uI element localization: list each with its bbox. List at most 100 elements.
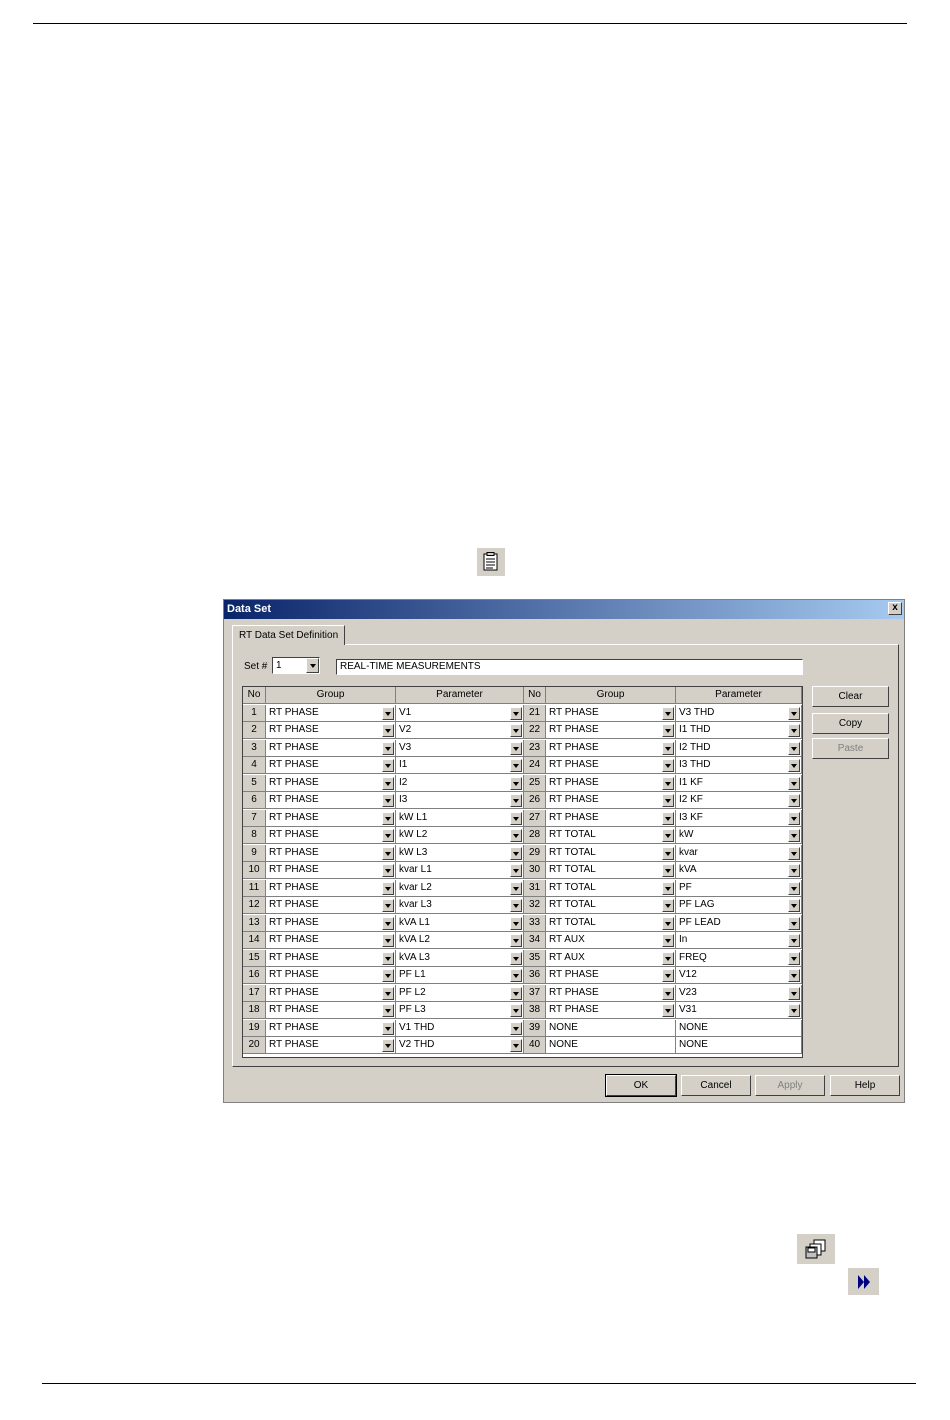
group-select[interactable]: RT TOTAL — [546, 844, 676, 862]
parameter-select[interactable]: V31 — [676, 1002, 802, 1019]
chevron-down-icon[interactable] — [662, 776, 674, 790]
fast-forward-icon[interactable] — [848, 1268, 879, 1295]
chevron-down-icon[interactable] — [510, 829, 522, 842]
chevron-down-icon[interactable] — [510, 811, 522, 825]
group-select[interactable]: RT AUX — [546, 932, 676, 949]
parameter-select[interactable]: NONE — [676, 1037, 802, 1054]
chevron-down-icon[interactable] — [510, 1004, 522, 1017]
chevron-down-icon[interactable] — [662, 759, 674, 772]
parameter-select[interactable]: I1 — [396, 757, 524, 774]
chevron-down-icon[interactable] — [510, 846, 522, 860]
chevron-down-icon[interactable] — [382, 986, 394, 1000]
parameter-select[interactable]: V12 — [676, 967, 802, 984]
chevron-down-icon[interactable] — [382, 1039, 394, 1052]
group-select[interactable]: RT PHASE — [546, 722, 676, 739]
group-select[interactable]: RT PHASE — [266, 862, 396, 879]
chevron-down-icon[interactable] — [662, 829, 674, 842]
group-select[interactable]: RT PHASE — [266, 1002, 396, 1019]
chevron-down-icon[interactable] — [510, 741, 522, 755]
chevron-down-icon[interactable] — [788, 1004, 800, 1017]
chevron-down-icon[interactable] — [510, 724, 522, 737]
parameter-select[interactable]: kvar L2 — [396, 879, 524, 897]
parameter-select[interactable]: kvar L1 — [396, 862, 524, 879]
chevron-down-icon[interactable] — [788, 846, 800, 860]
parameter-select[interactable]: kVA L1 — [396, 914, 524, 932]
chevron-down-icon[interactable] — [788, 829, 800, 842]
disk-stack-icon[interactable] — [797, 1234, 835, 1264]
group-select[interactable]: RT PHASE — [266, 1037, 396, 1054]
chevron-down-icon[interactable] — [382, 1004, 394, 1017]
group-select[interactable]: RT TOTAL — [546, 914, 676, 932]
chevron-down-icon[interactable] — [662, 1004, 674, 1017]
chevron-down-icon[interactable] — [662, 986, 674, 1000]
copy-button[interactable]: Copy — [812, 713, 889, 734]
chevron-down-icon[interactable] — [510, 881, 522, 895]
ok-button[interactable]: OK — [605, 1074, 677, 1097]
chevron-down-icon[interactable] — [382, 864, 394, 877]
group-select[interactable]: RT PHASE — [266, 1019, 396, 1037]
chevron-down-icon[interactable] — [662, 881, 674, 895]
chevron-down-icon[interactable] — [662, 951, 674, 965]
chevron-down-icon[interactable] — [662, 811, 674, 825]
chevron-down-icon[interactable] — [788, 951, 800, 965]
chevron-down-icon[interactable] — [510, 794, 522, 807]
group-select[interactable]: RT TOTAL — [546, 879, 676, 897]
chevron-down-icon[interactable] — [510, 706, 522, 720]
chevron-down-icon[interactable] — [510, 951, 522, 965]
chevron-down-icon[interactable] — [788, 899, 800, 912]
chevron-down-icon[interactable] — [382, 846, 394, 860]
chevron-down-icon[interactable] — [382, 934, 394, 947]
chevron-down-icon[interactable] — [510, 759, 522, 772]
chevron-down-icon[interactable] — [382, 759, 394, 772]
close-icon[interactable]: x — [888, 602, 902, 615]
parameter-select[interactable]: kVA L3 — [396, 949, 524, 967]
parameter-select[interactable]: kvar L3 — [396, 897, 524, 914]
chevron-down-icon[interactable] — [510, 776, 522, 790]
parameter-select[interactable]: I2 — [396, 774, 524, 792]
chevron-down-icon[interactable] — [788, 811, 800, 825]
set-number-select[interactable]: 1 — [272, 657, 320, 674]
parameter-select[interactable]: V3 — [396, 739, 524, 757]
chevron-down-icon[interactable] — [662, 969, 674, 982]
parameter-select[interactable]: I3 THD — [676, 757, 802, 774]
document-list-icon[interactable] — [477, 548, 505, 576]
parameter-select[interactable]: PF L1 — [396, 967, 524, 984]
chevron-down-icon[interactable] — [510, 916, 522, 930]
chevron-down-icon[interactable] — [382, 776, 394, 790]
group-select[interactable]: RT TOTAL — [546, 897, 676, 914]
group-select[interactable]: RT PHASE — [266, 844, 396, 862]
chevron-down-icon[interactable] — [382, 794, 394, 807]
group-select[interactable]: RT PHASE — [546, 967, 676, 984]
chevron-down-icon[interactable] — [788, 864, 800, 877]
group-select[interactable]: RT PHASE — [266, 757, 396, 774]
parameter-select[interactable]: kvar — [676, 844, 802, 862]
parameter-select[interactable]: kW L3 — [396, 844, 524, 862]
apply-button[interactable]: Apply — [755, 1075, 825, 1096]
group-select[interactable]: RT PHASE — [546, 774, 676, 792]
clear-button[interactable]: Clear — [812, 686, 889, 707]
chevron-down-icon[interactable] — [662, 724, 674, 737]
chevron-down-icon[interactable] — [662, 741, 674, 755]
chevron-down-icon[interactable] — [510, 934, 522, 947]
chevron-down-icon[interactable] — [382, 811, 394, 825]
group-select[interactable]: RT TOTAL — [546, 862, 676, 879]
group-select[interactable]: RT PHASE — [546, 704, 676, 722]
parameter-select[interactable]: kW L1 — [396, 809, 524, 827]
parameter-select[interactable]: FREQ — [676, 949, 802, 967]
chevron-down-icon[interactable] — [662, 846, 674, 860]
parameter-select[interactable]: I3 — [396, 792, 524, 809]
chevron-down-icon[interactable] — [382, 899, 394, 912]
chevron-down-icon[interactable] — [788, 969, 800, 982]
parameter-select[interactable]: V2 THD — [396, 1037, 524, 1054]
chevron-down-icon[interactable] — [382, 881, 394, 895]
set-name-input[interactable]: REAL-TIME MEASUREMENTS — [336, 659, 803, 675]
group-select[interactable]: RT PHASE — [546, 792, 676, 809]
parameter-select[interactable]: kW L2 — [396, 827, 524, 844]
chevron-down-icon[interactable] — [788, 986, 800, 1000]
group-select[interactable]: RT PHASE — [546, 757, 676, 774]
chevron-down-icon[interactable] — [662, 706, 674, 720]
group-select[interactable]: RT PHASE — [546, 809, 676, 827]
chevron-down-icon[interactable] — [382, 916, 394, 930]
group-select[interactable]: RT PHASE — [546, 739, 676, 757]
group-select[interactable]: RT PHASE — [266, 967, 396, 984]
